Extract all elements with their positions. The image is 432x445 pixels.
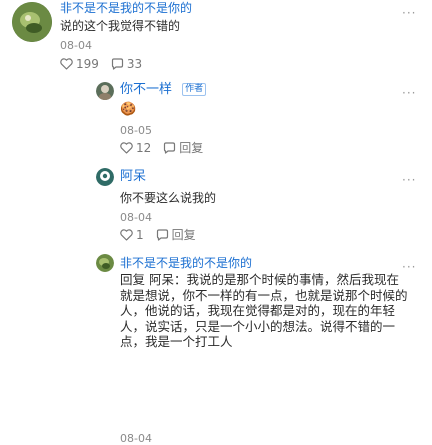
avatar-image: [96, 254, 114, 272]
comment-icon: [163, 142, 176, 154]
more-icon[interactable]: ···: [402, 87, 416, 99]
reply-author[interactable]: 阿呆: [120, 169, 146, 184]
reply-date: 08-04: [120, 211, 152, 224]
avatar[interactable]: [12, 2, 52, 42]
avatar[interactable]: [96, 168, 114, 186]
heart-icon: [120, 229, 133, 241]
comment-text: 说的这个我觉得不错的: [60, 19, 181, 33]
heart-icon: [60, 58, 73, 70]
heart-icon: [120, 142, 133, 154]
like-count: 199: [76, 57, 99, 71]
author-badge: 作者: [182, 83, 207, 96]
comment-actions: 199 33: [60, 57, 154, 71]
avatar[interactable]: [96, 254, 114, 272]
reply-actions: 1 回复: [120, 228, 208, 242]
reply-author-name: 你不一样: [120, 82, 173, 97]
reply-button[interactable]: 回复: [156, 228, 196, 242]
more-icon[interactable]: ···: [402, 174, 416, 186]
like-button[interactable]: 12: [120, 141, 151, 155]
comment-icon: [111, 58, 124, 70]
avatar-image: [96, 168, 114, 186]
reply-actions: 12 回复: [120, 141, 215, 155]
reply-label: 回复: [179, 141, 204, 155]
comment-date: 08-04: [60, 39, 92, 52]
reply-text: 🍪: [120, 102, 137, 117]
reply-prefix: 回复 阿呆：: [120, 272, 187, 287]
reply-count-button[interactable]: 33: [111, 57, 142, 71]
like-button[interactable]: 1: [120, 228, 144, 242]
reply-author[interactable]: 你不一样 作者: [120, 82, 207, 97]
more-icon[interactable]: ···: [402, 7, 416, 19]
reply-text: 回复 阿呆：我说的是那个时候的事情，然后我现在就是想说，你不一样的有一点，也就是…: [120, 272, 410, 396]
avatar-image: [12, 2, 52, 42]
reply-button[interactable]: 回复: [163, 141, 203, 155]
reply-date: 08-04: [120, 432, 152, 445]
like-button[interactable]: 199: [60, 57, 99, 71]
reply-date: 08-05: [120, 124, 152, 137]
like-count: 1: [136, 228, 144, 242]
comment-author[interactable]: 非不是不是我的不是你的: [60, 1, 192, 16]
more-icon[interactable]: ···: [402, 261, 416, 273]
comment-icon: [156, 229, 169, 241]
reply-text: 你不要这么说我的: [120, 191, 217, 205]
avatar-image: [96, 82, 114, 100]
avatar[interactable]: [96, 82, 114, 100]
reply-author[interactable]: 非不是不是我的不是你的: [120, 256, 252, 271]
like-count: 12: [136, 141, 152, 155]
reply-count: 33: [126, 57, 143, 71]
reply-label: 回复: [171, 228, 196, 242]
